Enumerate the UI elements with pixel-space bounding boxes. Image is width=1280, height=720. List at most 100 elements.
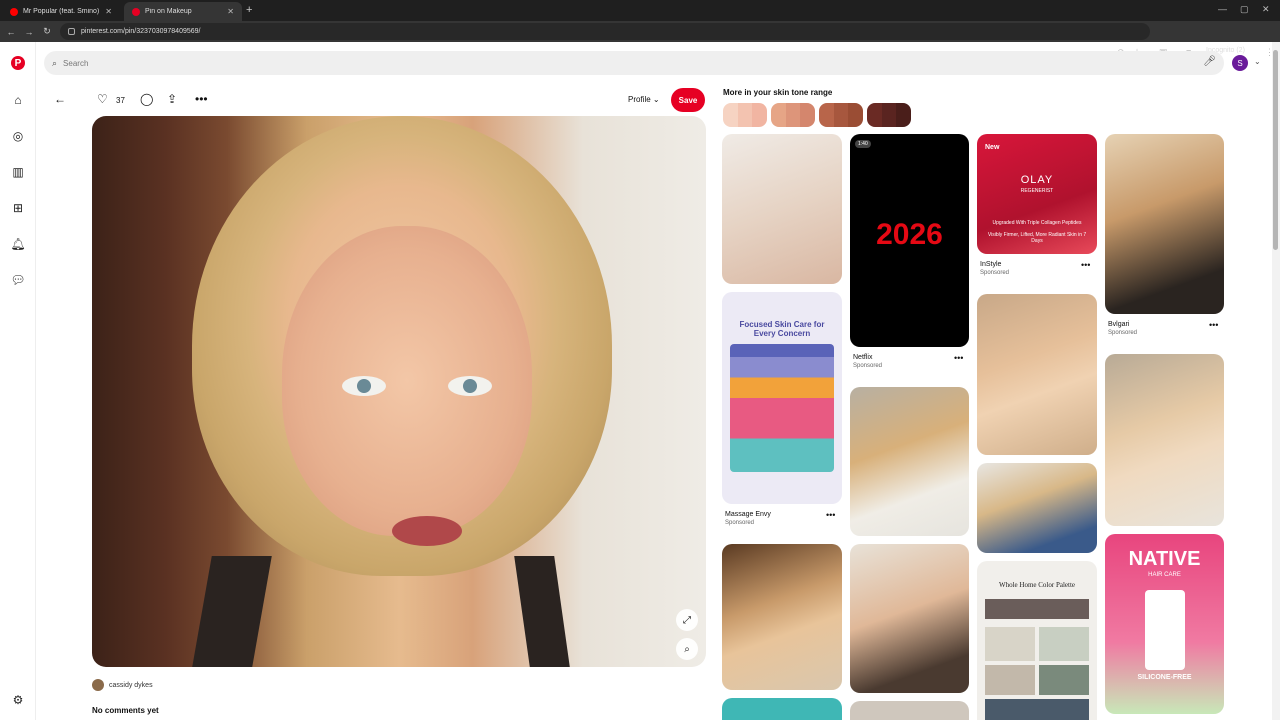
forward-icon[interactable]: →	[20, 27, 38, 37]
related-title: More in your skin tone range	[723, 88, 833, 97]
search-bar[interactable]: ⌕ Search 🎤︎	[44, 51, 1224, 75]
back-icon[interactable]: ←	[2, 27, 20, 37]
notifications-icon[interactable]: 🔔︎	[10, 236, 26, 252]
color-chip	[1039, 665, 1089, 695]
chevron-down-icon[interactable]: ⌄	[1254, 57, 1261, 66]
related-pin[interactable]	[977, 294, 1097, 455]
clothing-shape	[514, 556, 570, 667]
ad-copy: Visibly Firmer, Lifted, More Radiant Ski…	[987, 232, 1087, 244]
pin-image[interactable]: ⤢ ⌕	[92, 116, 706, 667]
search-input[interactable]: Search	[63, 59, 88, 68]
messages-icon[interactable]: 💬︎	[10, 272, 26, 288]
heart-icon[interactable]: ♡	[97, 92, 108, 106]
explore-icon[interactable]: ◎	[10, 128, 26, 144]
ad-headline: Whole Home Color Palette	[998, 581, 1075, 589]
sponsored-label: Sponsored	[1108, 330, 1138, 336]
related-pin[interactable]: Whole Home Color Palette	[977, 561, 1097, 720]
tab-pin[interactable]: Pin on Makeup ✕	[124, 2, 242, 21]
back-arrow-icon[interactable]: ←	[54, 92, 66, 106]
url-field[interactable]: pinterest.com/pin/3237030978409569/	[60, 23, 1150, 40]
pin-source[interactable]: Massage Envy	[725, 511, 771, 518]
reload-icon[interactable]: ↻	[38, 26, 56, 37]
related-pin[interactable]	[722, 134, 842, 284]
create-icon[interactable]: ⊞	[10, 200, 26, 216]
related-pin[interactable]	[977, 463, 1097, 553]
more-icon[interactable]: •••	[954, 353, 963, 363]
pinterest-icon	[132, 7, 140, 16]
related-pin-ad[interactable]: New OLAY REGENERIST Upgraded With Triple…	[977, 134, 1097, 254]
tab-title: Pin on Makeup	[145, 8, 192, 15]
eye-shape	[448, 376, 492, 396]
expand-icon[interactable]: ⤢	[676, 609, 698, 631]
pin-owner[interactable]: cassidy dykes	[92, 679, 153, 691]
ad-copy: Upgraded With Triple Collagen Peptides	[992, 220, 1082, 226]
profile-dropdown[interactable]: Profile ⌄	[628, 95, 660, 104]
pinterest-logo[interactable]: P	[11, 56, 25, 70]
ad-brand: NATIVE	[1128, 548, 1201, 570]
ad-headline: Focused Skin Care for Every Concern	[739, 320, 825, 338]
color-chip	[985, 627, 1035, 661]
skin-tone-swatch[interactable]	[723, 103, 767, 127]
youtube-icon	[10, 7, 18, 16]
save-button[interactable]: Save	[671, 88, 705, 112]
url-text: pinterest.com/pin/3237030978409569/	[81, 28, 201, 35]
product-bottle	[1145, 590, 1185, 670]
color-chip	[985, 699, 1089, 720]
site-info-icon[interactable]	[68, 28, 75, 35]
pin-source[interactable]: Bvlgari	[1108, 321, 1129, 328]
like-count: 37	[116, 96, 125, 105]
mic-icon[interactable]: 🎤︎	[1203, 56, 1216, 67]
share-icon[interactable]: ⇪	[167, 92, 177, 106]
maximize-icon[interactable]: ▢	[1240, 4, 1249, 15]
settings-icon[interactable]: ⚙	[10, 692, 26, 708]
related-pin-ad[interactable]: Focused Skin Care for Every Concern	[722, 292, 842, 504]
related-pin[interactable]	[850, 387, 969, 536]
more-icon[interactable]: •••	[826, 510, 835, 520]
more-icon[interactable]: •••	[195, 92, 208, 106]
ad-brand: OLAY	[1020, 174, 1054, 186]
ad-headline: 2026	[876, 218, 943, 251]
ad-subbrand: HAIR CARE	[1148, 572, 1181, 578]
skin-tone-swatch[interactable]	[819, 103, 863, 127]
related-pin[interactable]	[1105, 354, 1224, 526]
clothing-shape	[192, 556, 272, 667]
ad-badge: SILICONE-FREE	[1137, 674, 1192, 681]
close-icon[interactable]: ✕	[227, 7, 234, 16]
pin-source[interactable]: InStyle	[980, 261, 1001, 268]
related-pin[interactable]	[722, 544, 842, 690]
owner-name: cassidy dykes	[109, 681, 153, 689]
new-tab-icon[interactable]: +	[246, 4, 252, 16]
tab-youtube[interactable]: Mr Popular (feat. Smino) - ✕	[2, 2, 120, 21]
close-window-icon[interactable]: ✕	[1262, 4, 1270, 15]
ad-table	[730, 344, 834, 472]
related-pin[interactable]	[1105, 134, 1224, 314]
ad-subbrand: REGENERIST	[1020, 188, 1054, 194]
comments-status: No comments yet	[92, 706, 159, 715]
comment-icon[interactable]: ◯	[140, 92, 153, 106]
boards-icon[interactable]: ▥	[10, 164, 26, 180]
face-shape	[282, 226, 532, 536]
more-icon[interactable]: •••	[1209, 320, 1218, 330]
home-icon[interactable]: ⌂	[10, 92, 26, 108]
skin-tone-swatch[interactable]	[771, 103, 815, 127]
browser-tab-bar: Mr Popular (feat. Smino) - ✕ Pin on Make…	[0, 0, 1280, 21]
minimize-icon[interactable]: —	[1218, 4, 1227, 14]
close-icon[interactable]: ✕	[105, 7, 112, 16]
related-pin-ad[interactable]: NATIVE HAIR CARE SILICONE-FREE	[1105, 534, 1224, 714]
address-bar: ← → ↻ pinterest.com/pin/3237030978409569…	[0, 21, 1280, 57]
lips-shape	[392, 516, 462, 546]
related-pin-ad[interactable]: 1:40 2026	[850, 134, 969, 347]
related-pin[interactable]	[722, 698, 842, 720]
visual-search-icon[interactable]: ⌕	[676, 638, 698, 660]
related-pin[interactable]	[850, 544, 969, 693]
more-icon[interactable]: •••	[1081, 260, 1090, 270]
related-pin[interactable]	[850, 701, 969, 720]
eye-shape	[342, 376, 386, 396]
scrollbar-thumb[interactable]	[1273, 50, 1278, 250]
pin-source[interactable]: Netflix	[853, 354, 872, 361]
skin-tone-swatch[interactable]	[867, 103, 911, 127]
tab-title: Mr Popular (feat. Smino) -	[23, 8, 102, 15]
avatar[interactable]: S	[1232, 55, 1248, 71]
color-chip	[985, 665, 1035, 695]
sponsored-label: Sponsored	[853, 363, 883, 369]
